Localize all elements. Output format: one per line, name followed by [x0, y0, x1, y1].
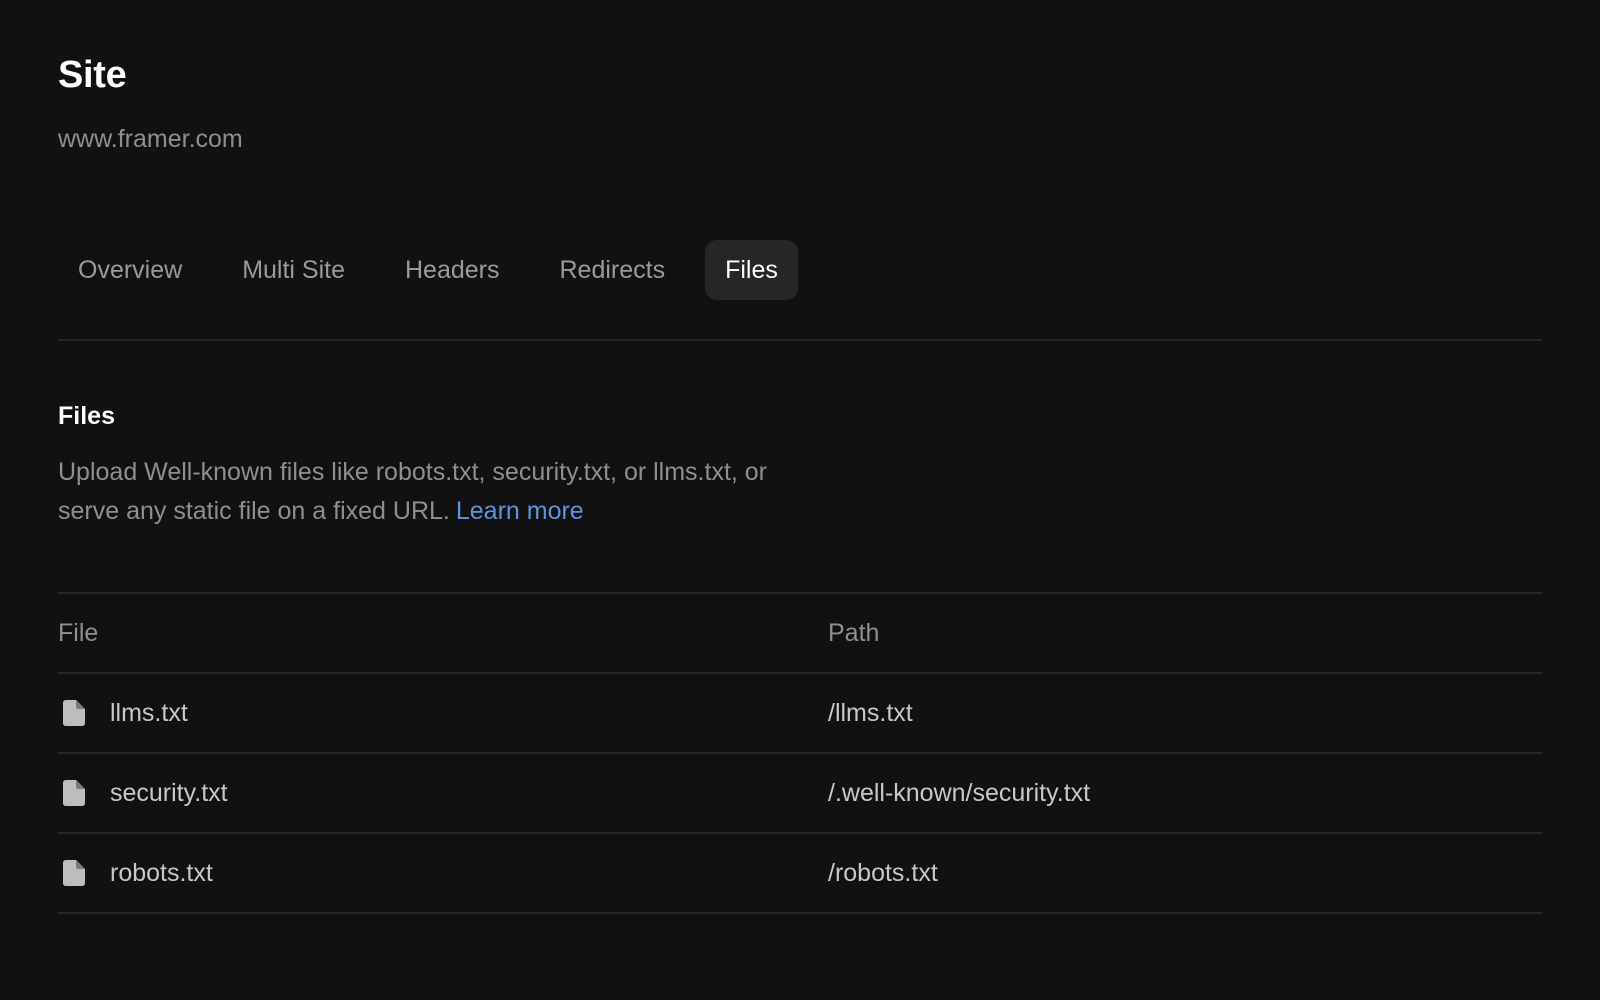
tab-files[interactable]: Files [705, 240, 798, 300]
file-icon [63, 780, 85, 806]
file-cell: security.txt [58, 779, 228, 808]
file-icon [63, 860, 85, 886]
section-description-text: Upload Well-known files like robots.txt,… [58, 458, 768, 525]
tab-redirects[interactable]: Redirects [540, 240, 686, 300]
table-header-row: File Path [58, 594, 1542, 674]
file-cell: llms.txt [58, 699, 188, 728]
file-name: security.txt [110, 778, 228, 807]
file-name: robots.txt [110, 858, 213, 887]
section-title: Files [58, 402, 115, 430]
file-name: llms.txt [110, 698, 188, 727]
table-row[interactable]: llms.txt /llms.txt [58, 674, 1542, 754]
column-header-path: Path [828, 618, 880, 647]
learn-more-link[interactable]: Learn more [456, 497, 584, 525]
table-row[interactable]: security.txt /.well-known/security.txt [58, 754, 1542, 834]
section-description: Upload Well-known files like robots.txt,… [58, 453, 818, 531]
table-row[interactable]: robots.txt /robots.txt [58, 834, 1542, 914]
file-path: /llms.txt [828, 698, 913, 727]
page-title: Site [58, 54, 127, 96]
file-icon [63, 700, 85, 726]
tab-bar: Overview Multi Site Headers Redirects Fi… [58, 240, 798, 300]
tab-overview[interactable]: Overview [58, 240, 202, 300]
tab-multi-site[interactable]: Multi Site [222, 240, 365, 300]
file-cell: robots.txt [58, 859, 213, 888]
file-path: /robots.txt [828, 858, 938, 887]
column-header-file: File [58, 618, 99, 647]
tab-headers[interactable]: Headers [385, 240, 520, 300]
site-domain: www.framer.com [58, 125, 243, 153]
tabs-divider [58, 339, 1542, 341]
file-path: /.well-known/security.txt [828, 778, 1091, 807]
files-table: File Path llms.txt /llms.txt security.tx… [58, 592, 1542, 914]
